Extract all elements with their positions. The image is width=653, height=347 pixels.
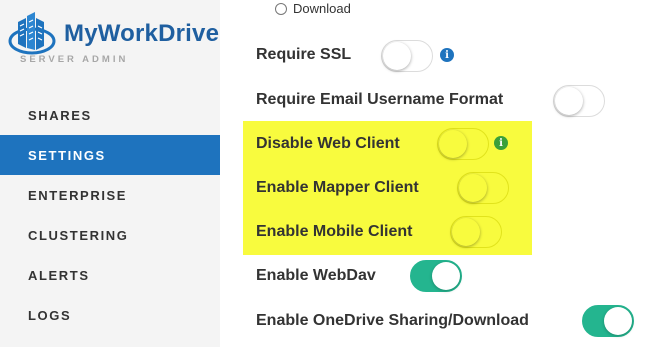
setting-row-require-email-username: Require Email Username Format xyxy=(256,83,503,117)
require-ssl-toggle[interactable] xyxy=(381,40,433,72)
info-icon[interactable]: i xyxy=(440,48,454,62)
toggle-knob xyxy=(452,218,480,246)
sidebar-item-clustering[interactable]: CLUSTERING xyxy=(0,215,220,255)
brand-title: MyWorkDrive xyxy=(64,20,220,47)
setting-label: Enable OneDrive Sharing/Download xyxy=(256,312,529,329)
sidebar-item-alerts[interactable]: ALERTS xyxy=(0,255,220,295)
disable-web-client-toggle[interactable] xyxy=(437,128,489,160)
setting-label: Require SSL xyxy=(256,46,352,63)
download-radio[interactable] xyxy=(275,2,287,15)
toggle-knob xyxy=(383,42,411,70)
enable-mapper-client-toggle[interactable] xyxy=(457,172,509,204)
setting-label: Disable Web Client xyxy=(256,135,400,152)
setting-label: Enable Mobile Client xyxy=(256,223,413,240)
toggle-knob xyxy=(459,174,487,202)
setting-label: Enable Mapper Client xyxy=(256,179,419,196)
toggle-knob xyxy=(439,130,467,158)
setting-row-enable-onedrive-sharing: Enable OneDrive Sharing/Download xyxy=(256,304,529,338)
setting-row-enable-mobile-client: Enable Mobile Client xyxy=(256,215,412,249)
setting-label: Require Email Username Format xyxy=(256,91,504,108)
toggle-knob xyxy=(604,307,632,335)
brand-logo[interactable]: MyWorkDrive SERVER ADMIN xyxy=(8,8,220,68)
toggle-knob xyxy=(432,262,460,290)
brand-subtitle: SERVER ADMIN xyxy=(20,54,129,65)
sidebar-item-logs[interactable]: LOGS xyxy=(0,295,220,335)
sidebar: MyWorkDrive SERVER ADMIN SHARES SETTINGS… xyxy=(0,0,220,347)
toggle-knob xyxy=(555,87,583,115)
setting-row-disable-web-client: Disable Web Client xyxy=(256,127,400,161)
sidebar-nav: SHARES SETTINGS ENTERPRISE CLUSTERING AL… xyxy=(0,95,220,335)
setting-row-enable-webdav: Enable WebDav xyxy=(256,259,376,293)
download-radio-label: Download xyxy=(293,1,351,16)
enable-mobile-client-toggle[interactable] xyxy=(450,216,502,248)
enable-webdav-toggle[interactable] xyxy=(410,260,462,292)
sidebar-item-enterprise[interactable]: ENTERPRISE xyxy=(0,175,220,215)
sidebar-item-settings[interactable]: SETTINGS xyxy=(0,135,220,175)
sidebar-item-shares[interactable]: SHARES xyxy=(0,95,220,135)
enable-onedrive-sharing-toggle[interactable] xyxy=(582,305,634,337)
setting-label: Enable WebDav xyxy=(256,267,376,284)
info-icon[interactable]: i xyxy=(494,136,508,150)
setting-row-enable-mapper-client: Enable Mapper Client xyxy=(256,171,419,205)
download-radio-option[interactable]: Download xyxy=(275,1,351,16)
logo-mark-icon xyxy=(8,12,56,55)
setting-row-require-ssl: Require SSL xyxy=(256,38,351,72)
require-email-username-toggle[interactable] xyxy=(553,85,605,117)
